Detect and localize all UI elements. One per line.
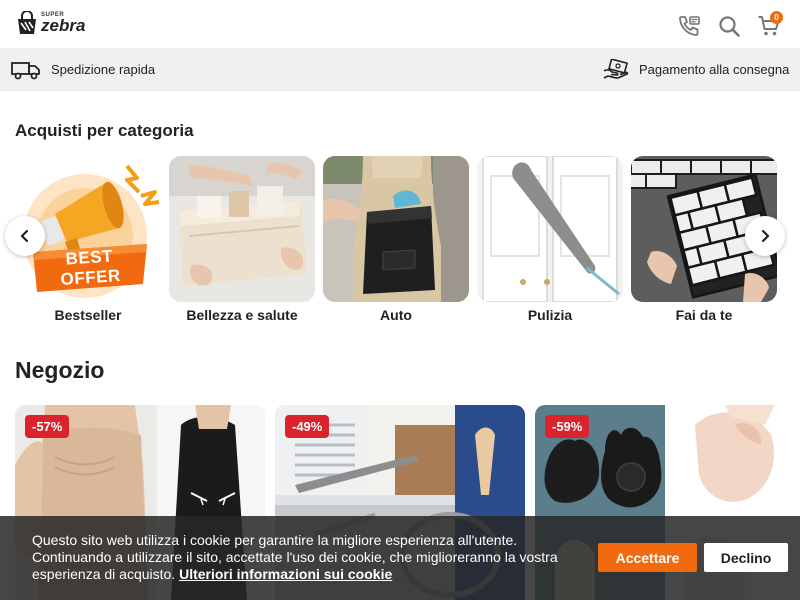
category-bellezza-e-salute[interactable]: Bellezza e salute <box>169 156 315 323</box>
cookie-info-link[interactable]: Ulteriori informazioni sui cookie <box>179 566 392 582</box>
category-label: Auto <box>380 307 412 323</box>
category-auto[interactable]: Auto <box>323 156 469 323</box>
search-icon[interactable] <box>717 14 741 38</box>
logo-main-text: zebra <box>41 16 86 35</box>
carousel-prev-button[interactable] <box>5 216 45 256</box>
shop-section-title: Negozio <box>15 357 105 383</box>
phone-icon[interactable] <box>677 14 701 38</box>
category-label: Bellezza e salute <box>186 307 298 323</box>
discount-badge: -49% <box>285 415 330 438</box>
cookie-message-line: Questo sito web utilizza i cookie per ga… <box>32 532 518 548</box>
shopping-bag-logo-icon <box>18 11 36 34</box>
discount-badge: -59% <box>545 415 590 438</box>
category-image <box>477 156 623 302</box>
accept-cookies-button[interactable]: Accettare <box>598 543 697 572</box>
site-header: SUPER zebra 0 <box>0 0 800 48</box>
duster-brush-image <box>477 156 623 302</box>
cookie-message-line: Continuando a utilizzare il sito, accett… <box>32 549 558 565</box>
carousel-next-button[interactable] <box>745 216 785 256</box>
category-section-title: Acquisti per categoria <box>15 121 194 140</box>
category-label: Bestseller <box>54 307 122 323</box>
cart-count-badge: 0 <box>770 11 783 24</box>
category-label: Fai da te <box>675 307 733 323</box>
decline-cookies-button[interactable]: Declino <box>704 543 788 572</box>
logo[interactable]: SUPER zebra <box>16 9 85 37</box>
category-pulizia[interactable]: Pulizia <box>477 156 623 323</box>
payment-label: Pagamento alla consegna <box>639 62 790 77</box>
category-image <box>323 156 469 302</box>
cookie-banner: Questo sito web utilizza i cookie per ga… <box>0 516 800 600</box>
cash-payment-icon <box>603 58 629 79</box>
car-seat-bag-image <box>323 156 469 302</box>
cookie-message-line: esperienza di acquisto. <box>32 566 176 582</box>
best-offer-badge-text: BEST OFFER <box>60 246 122 290</box>
category-image <box>169 156 315 302</box>
category-label: Pulizia <box>527 307 573 323</box>
discount-badge: -57% <box>25 415 70 438</box>
cosmetic-organizer-image <box>169 156 315 302</box>
cookie-message-line-last: esperienza di acquisto. Ulteriori inform… <box>32 566 582 583</box>
shipping-label: Spedizione rapida <box>51 62 156 77</box>
chevron-left-icon <box>20 229 29 243</box>
cookie-message: Questo sito web utilizza i cookie per ga… <box>32 532 582 583</box>
chevron-right-icon <box>761 229 770 243</box>
truck-icon <box>11 61 40 79</box>
info-bar: Spedizione rapida Pagamento alla consegn… <box>0 48 800 91</box>
shipping-info: Spedizione rapida <box>11 48 155 91</box>
payment-info: Pagamento alla consegna <box>603 48 789 91</box>
